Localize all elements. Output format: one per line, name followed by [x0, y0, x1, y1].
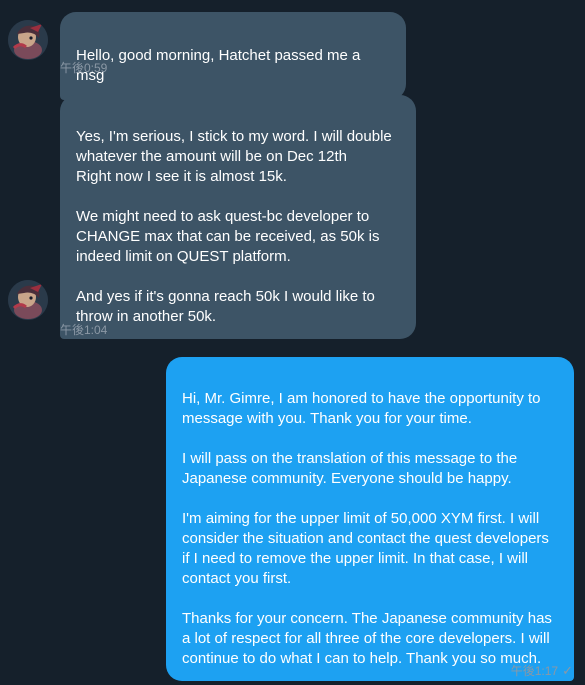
sender-avatar[interactable]	[8, 280, 48, 320]
message-text: Yes, I'm serious, I stick to my word. I …	[76, 128, 392, 325]
message-bubble-incoming[interactable]: Yes, I'm serious, I stick to my word. I …	[60, 95, 416, 339]
avatar-image	[8, 20, 48, 60]
avatar-image	[8, 280, 48, 320]
sender-avatar[interactable]	[8, 20, 48, 60]
message-status: 午後1:17 ✓	[511, 663, 573, 679]
message-timestamp: 午後0:59	[60, 61, 108, 75]
message-bubble-outgoing[interactable]: Hi, Mr. Gimre, I am honored to have the …	[166, 357, 574, 681]
message-timestamp: 午後1:17	[510, 664, 559, 678]
message-bubble-incoming[interactable]: Hello, good morning, Hatchet passed me a…	[60, 12, 406, 100]
message-text: Hello, good morning, Hatchet passed me a…	[76, 47, 361, 84]
checkmark-icon: ✓	[562, 663, 573, 678]
message-timestamp: 午後1:04	[60, 323, 108, 337]
message-text: Hi, Mr. Gimre, I am honored to have the …	[182, 390, 552, 667]
